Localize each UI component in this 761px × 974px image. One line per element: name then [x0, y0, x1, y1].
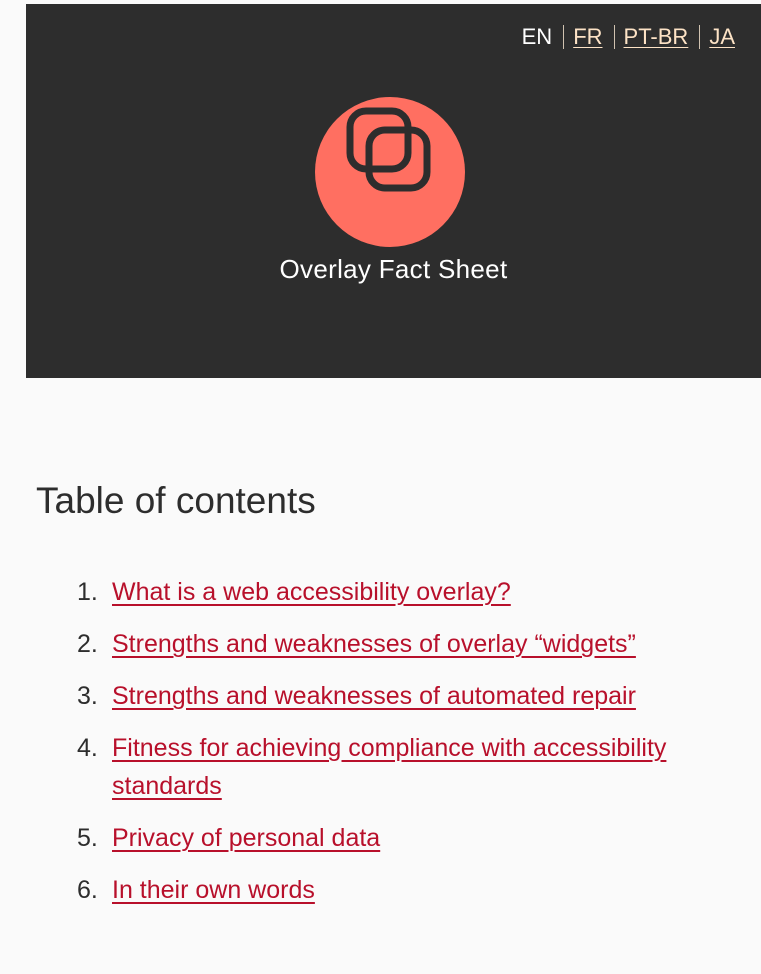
overlapping-squares-icon [346, 107, 431, 192]
language-link-ja[interactable]: JA [709, 24, 735, 50]
language-current-en: EN [521, 24, 553, 49]
toc-item: 4. Fitness for achieving compliance with… [77, 729, 752, 805]
toc-link-what-is-overlay[interactable]: What is a web accessibility overlay? [112, 578, 511, 606]
toc-item: 5. Privacy of personal data [77, 819, 752, 857]
table-of-contents: 1. What is a web accessibility overlay? … [77, 573, 752, 923]
page: EN FR PT-BR JA Overlay Fact Sheet Table … [0, 0, 761, 974]
toc-item: 2. Strengths and weaknesses of overlay “… [77, 625, 752, 663]
toc-item-number: 6. [77, 876, 98, 904]
site-header: EN FR PT-BR JA Overlay Fact Sheet [26, 4, 761, 378]
language-separator [563, 25, 565, 49]
toc-link-automated-repair[interactable]: Strengths and weaknesses of automated re… [112, 682, 636, 710]
toc-link-own-words[interactable]: In their own words [112, 876, 315, 904]
toc-item-number: 4. [77, 734, 98, 762]
toc-item-number: 5. [77, 824, 98, 852]
toc-link-widgets[interactable]: Strengths and weaknesses of overlay “wid… [112, 630, 636, 658]
language-separator [613, 25, 615, 49]
toc-link-privacy[interactable]: Privacy of personal data [112, 824, 380, 852]
site-logo[interactable] [315, 97, 465, 247]
toc-item-number: 3. [77, 682, 98, 710]
toc-item: 6. In their own words [77, 871, 752, 909]
language-link-pt-br[interactable]: PT-BR [624, 24, 689, 50]
toc-item: 3. Strengths and weaknesses of automated… [77, 677, 752, 715]
toc-link-compliance[interactable]: Fitness for achieving compliance with ac… [112, 734, 666, 800]
toc-heading: Table of contents [36, 480, 316, 521]
language-link-fr[interactable]: FR [573, 24, 602, 50]
language-switcher: EN FR PT-BR JA [522, 24, 735, 50]
toc-item-number: 1. [77, 578, 98, 606]
site-title: Overlay Fact Sheet [279, 254, 508, 284]
toc-item-number: 2. [77, 630, 98, 658]
toc-item: 1. What is a web accessibility overlay? [77, 573, 752, 611]
language-separator [699, 25, 701, 49]
